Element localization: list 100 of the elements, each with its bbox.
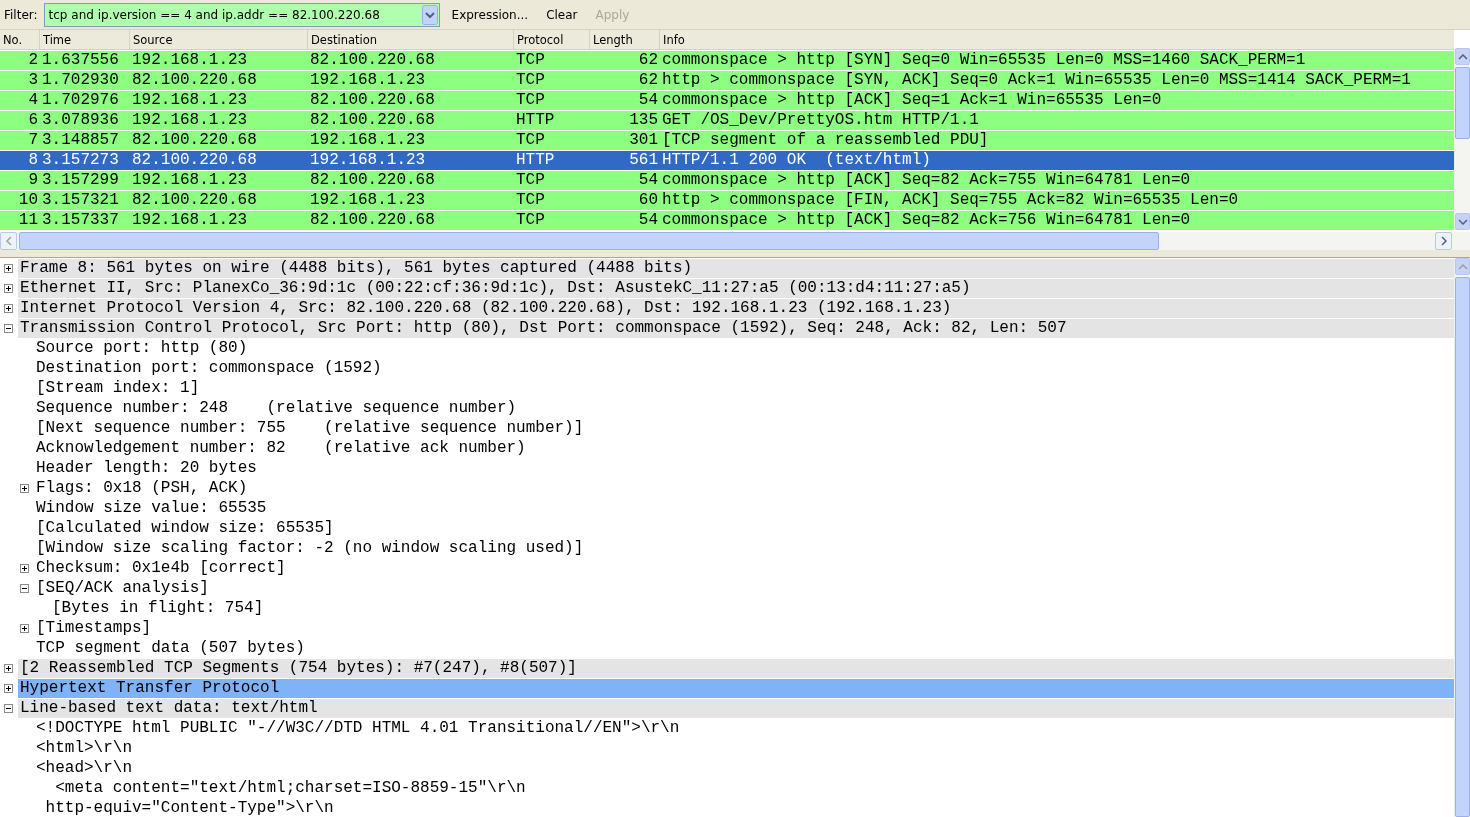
table-cell-text: 62 bbox=[637, 71, 659, 90]
tree-item[interactable]: <meta content="text/html;charset=ISO-8859-15"\r\n bbox=[34, 778, 1454, 798]
table-cell-text: 2 bbox=[27, 51, 39, 70]
table-cell-text: commonspace > http [SYN] Seq=0 Win=65535 Len=0 MSS=1460 SACK_PERM=1 bbox=[661, 51, 1307, 70]
table-cell-text: 192.168.1.23 bbox=[131, 111, 249, 130]
tree-item[interactable]: Acknowledgement number: 82 (relative ack number) bbox=[34, 438, 1454, 458]
tree-item[interactable]: TCP segment data (507 bytes) bbox=[34, 638, 1454, 658]
expand-icon[interactable] bbox=[4, 683, 13, 693]
tree-item[interactable]: Header length: 20 bytes bbox=[34, 458, 1454, 478]
tree-item[interactable]: <!DOCTYPE html PUBLIC "-//W3C//DTD HTML 4.01 Transitional//EN">\r\n bbox=[34, 718, 1454, 738]
table-cell-text: 192.168.1.23 bbox=[131, 211, 249, 230]
tree-item[interactable]: [Next sequence number: 755 (relative sequence number)] bbox=[34, 418, 1454, 438]
table-cell-text: 82.100.220.68 bbox=[131, 191, 258, 210]
table-cell-text: 192.168.1.23 bbox=[131, 171, 249, 190]
tree-item[interactable]: Ethernet II, Src: PlanexCo_36:9d:1c (00:22:cf:36:9d:1c), Dst: AsustekC_11:27:a5 (00:13:d4:11:27:a5) bbox=[18, 278, 1454, 298]
packet-row[interactable]: 11 3.157337 192.168.1.23 82.100.220.68 TCP 54 commonspace > http [ACK] Seq=82 Ack=756 Win=64781 Len=0 bbox=[0, 211, 1454, 230]
table-cell-text: TCP bbox=[515, 211, 546, 230]
tree-item[interactable]: <head>\r\n bbox=[34, 758, 1454, 778]
table-cell-text: 3.157321 bbox=[41, 191, 120, 210]
table-cell-text: http > commonspace [FIN, ACK] Seq=755 Ack=82 Win=65535 Len=0 bbox=[661, 191, 1240, 210]
table-cell-text: 8 bbox=[27, 151, 39, 170]
column-header[interactable]: Protocol bbox=[514, 30, 590, 49]
tree-item[interactable]: [Timestamps] bbox=[34, 618, 1454, 638]
table-cell-text: 54 bbox=[637, 91, 659, 110]
table-cell-text: http > commonspace [SYN, ACK] Seq=0 Ack=1 Win=65535 Len=0 MSS=1414 SACK_PERM=1 bbox=[661, 71, 1412, 90]
packet-row[interactable]: 10 3.157321 82.100.220.68 192.168.1.23 TCP 60 http > commonspace [FIN, ACK] Seq=755 Ack=82 Win=65535 Len=0 bbox=[0, 191, 1454, 210]
packet-row[interactable]: 4 1.702976 192.168.1.23 82.100.220.68 TCP 54 commonspace > http [ACK] Seq=1 Ack=1 Win=65535 Len=0 bbox=[0, 91, 1454, 110]
table-cell-text: 3.148857 bbox=[41, 131, 120, 150]
expand-icon[interactable] bbox=[4, 663, 13, 673]
table-cell-text: TCP bbox=[515, 91, 546, 110]
table-cell-text: 192.168.1.23 bbox=[309, 151, 427, 170]
column-header[interactable]: Length bbox=[590, 30, 660, 49]
expand-icon[interactable] bbox=[20, 483, 29, 493]
tree-item[interactable]: Transmission Control Protocol, Src Port: http (80), Dst Port: commonspace (1592), Seq: 248, Ack: 82, Len: 507 bbox=[18, 318, 1454, 338]
tree-item[interactable]: Internet Protocol Version 4, Src: 82.100.220.68 (82.100.220.68), Dst: 192.168.1.23 (192.168.1.23) bbox=[18, 298, 1454, 318]
table-cell-text: TCP bbox=[515, 71, 546, 90]
filter-field[interactable]: tcp and ip.version == 4 and ip.addr == 82.100.220.68 bbox=[43, 2, 440, 27]
collapse-icon[interactable] bbox=[4, 323, 13, 333]
table-cell-text: TCP bbox=[515, 51, 546, 70]
tree-item[interactable]: Hypertext Transfer Protocol bbox=[18, 678, 1454, 698]
scrollbar[interactable] bbox=[1454, 48, 1470, 230]
packet-row[interactable]: 6 3.078936 192.168.1.23 82.100.220.68 HTTP 135 GET /OS_Dev/PrettyOS.htm HTTP/1.1 bbox=[0, 111, 1454, 130]
table-cell-text: commonspace > http [ACK] Seq=1 Ack=1 Win=65535 Len=0 bbox=[661, 91, 1163, 110]
table-cell-text: commonspace > http [ACK] Seq=82 Ack=756 Win=64781 Len=0 bbox=[661, 211, 1192, 230]
table-cell-text: 11 bbox=[17, 211, 39, 230]
tree-item[interactable]: [SEQ/ACK analysis] bbox=[34, 578, 1454, 598]
table-cell-text: 82.100.220.68 bbox=[309, 91, 436, 110]
tree-item[interactable]: Line-based text data: text/html bbox=[18, 698, 1454, 718]
packet-row[interactable]: 7 3.148857 82.100.220.68 192.168.1.23 TCP 301 [TCP segment of a reassembled PDU] bbox=[0, 131, 1454, 150]
table-cell-text: 82.100.220.68 bbox=[131, 131, 258, 150]
expand-icon[interactable] bbox=[20, 623, 29, 633]
tree-item[interactable]: [2 Reassembled TCP Segments (754 bytes): #7(247), #8(507)] bbox=[18, 658, 1454, 678]
tree-item[interactable]: Checksum: 0x1e4b [correct] bbox=[34, 558, 1454, 578]
tree-item[interactable]: [Window size scaling factor: -2 (no window scaling used)] bbox=[34, 538, 1454, 558]
expand-icon[interactable] bbox=[4, 303, 13, 313]
tree-item[interactable]: Frame 8: 561 bytes on wire (4488 bits), 561 bytes captured (4488 bits) bbox=[18, 258, 1454, 278]
table-cell-text: 3.157299 bbox=[41, 171, 120, 190]
column-header[interactable]: Source bbox=[130, 30, 308, 49]
tree-item[interactable]: Window size value: 65535 bbox=[34, 498, 1454, 518]
dropdown-icon[interactable] bbox=[421, 4, 438, 25]
column-header[interactable]: Destination bbox=[308, 30, 514, 49]
column-header[interactable]: Time bbox=[40, 30, 130, 49]
table-cell-text: 82.100.220.68 bbox=[309, 211, 436, 230]
scrollbar[interactable] bbox=[0, 232, 1470, 250]
table-cell-text: commonspace > http [ACK] Seq=82 Ack=755 Win=64781 Len=0 bbox=[661, 171, 1192, 190]
table-cell-text: 10 bbox=[17, 191, 39, 210]
tree-item[interactable]: Destination port: commonspace (1592) bbox=[34, 358, 1454, 378]
table-cell-text: TCP bbox=[515, 171, 546, 190]
tree-item[interactable]: [Calculated window size: 65535] bbox=[34, 518, 1454, 538]
column-header[interactable]: No. bbox=[0, 30, 40, 49]
toolbar-button[interactable]: Expression... bbox=[445, 3, 535, 26]
expand-icon[interactable] bbox=[4, 283, 13, 293]
tree-item[interactable]: [Bytes in flight: 754] bbox=[50, 598, 1454, 618]
packet-row[interactable]: 9 3.157299 192.168.1.23 82.100.220.68 TCP 54 commonspace > http [ACK] Seq=82 Ack=755 Win=64781 Len=0 bbox=[0, 171, 1454, 190]
table-cell-text: HTTP bbox=[515, 111, 556, 130]
table-cell-text: 6 bbox=[27, 111, 39, 130]
column-header[interactable]: Info bbox=[660, 30, 1454, 49]
tree-item[interactable]: Source port: http (80) bbox=[34, 338, 1454, 358]
packet-row[interactable]: 8 3.157273 82.100.220.68 192.168.1.23 HTTP 561 HTTP/1.1 200 OK (text/html) bbox=[0, 151, 1454, 170]
tree-item[interactable]: [Stream index: 1] bbox=[34, 378, 1454, 398]
tree-item[interactable]: Sequence number: 248 (relative sequence number) bbox=[34, 398, 1454, 418]
tree-item[interactable]: <html>\r\n bbox=[34, 738, 1454, 758]
table-cell-text: [TCP segment of a reassembled PDU] bbox=[661, 131, 990, 150]
table-cell-text: 62 bbox=[637, 51, 659, 70]
table-cell-text: 1.702930 bbox=[41, 71, 120, 90]
scrollbar[interactable] bbox=[1454, 258, 1470, 817]
filter-label: Filter: bbox=[4, 7, 38, 22]
table-cell-text: GET /OS_Dev/PrettyOS.htm HTTP/1.1 bbox=[661, 111, 980, 130]
packet-row[interactable]: 2 1.637556 192.168.1.23 82.100.220.68 TCP 62 commonspace > http [SYN] Seq=0 Win=65535 Len=0 MSS=1460 SACK_PERM=1 bbox=[0, 51, 1454, 70]
tree-item[interactable]: Flags: 0x18 (PSH, ACK) bbox=[34, 478, 1454, 498]
expand-icon[interactable] bbox=[4, 263, 13, 273]
expand-icon[interactable] bbox=[20, 563, 29, 573]
toolbar-button[interactable]: Clear bbox=[540, 3, 584, 26]
packet-row[interactable]: 3 1.702930 82.100.220.68 192.168.1.23 TCP 62 http > commonspace [SYN, ACK] Seq=0 Ack=1 Win=65535 Len=0 MSS=1414 SACK_PERM=1 bbox=[0, 71, 1454, 90]
tree-item[interactable]: http-equiv="Content-Type">\r\n bbox=[34, 798, 1454, 817]
table-cell-text: 192.168.1.23 bbox=[309, 131, 427, 150]
table-cell-text: TCP bbox=[515, 131, 546, 150]
collapse-icon[interactable] bbox=[4, 703, 13, 713]
collapse-icon[interactable] bbox=[20, 583, 29, 593]
table-cell-text: 54 bbox=[637, 171, 659, 190]
